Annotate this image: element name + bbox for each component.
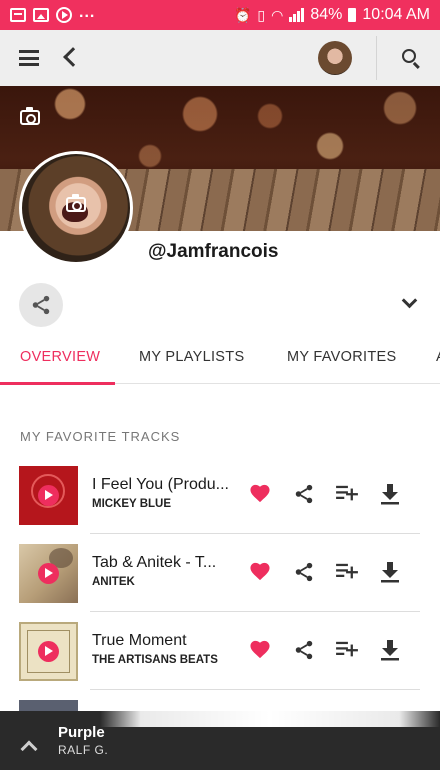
album-art (19, 466, 78, 525)
wifi-icon: ◠ (271, 6, 284, 23)
cover-camera-icon[interactable] (20, 107, 40, 125)
now-playing-artist: RALF G. (58, 743, 109, 757)
add-to-queue-icon[interactable] (336, 484, 358, 504)
now-playing-title: Purple (58, 724, 105, 741)
add-to-queue-icon[interactable] (336, 562, 358, 582)
username: @Jamfrancois (148, 241, 279, 262)
back-arrow-icon[interactable] (63, 47, 83, 67)
heart-icon[interactable] (249, 561, 271, 581)
clock: 10:04 AM (362, 6, 430, 23)
battery-icon (348, 8, 357, 22)
tab-my-favorites[interactable]: MY FAVORITES (287, 349, 396, 365)
player-fade (100, 705, 440, 727)
status-bar: ... ⏰ ▯ ◠ 84% 10:04 AM (0, 0, 440, 30)
vibrate-icon: ▯ (257, 6, 266, 23)
tab-overflow[interactable]: A (436, 349, 440, 365)
track-row[interactable]: True Moment THE ARTISANS BEATS (0, 612, 440, 690)
download-icon[interactable] (380, 639, 400, 661)
divider (376, 36, 377, 80)
track-row[interactable]: I Feel You (Produ... MICKEY BLUE (0, 456, 440, 534)
play-icon[interactable] (38, 641, 59, 662)
download-icon[interactable] (380, 561, 400, 583)
search-icon[interactable] (402, 49, 416, 63)
share-icon (32, 295, 50, 315)
image-icon (33, 8, 49, 22)
track-artist: MICKEY BLUE (92, 498, 172, 510)
battery-percent: 84% (310, 6, 343, 23)
divider (90, 689, 420, 690)
share-icon[interactable] (293, 483, 315, 505)
tab-overview[interactable]: OVERVIEW (20, 349, 100, 365)
album-art (19, 622, 78, 681)
mini-player[interactable]: Purple RALF G. (0, 705, 440, 770)
share-icon[interactable] (293, 639, 315, 661)
active-tab-indicator (0, 382, 115, 385)
user-avatar[interactable] (318, 41, 352, 75)
chevron-up-icon[interactable] (20, 740, 38, 758)
share-profile-button[interactable] (19, 283, 63, 327)
track-title: Tab & Anitek - T... (92, 554, 217, 571)
track-title: I Feel You (Produ... (92, 476, 229, 493)
menu-icon[interactable] (19, 50, 39, 66)
track-row[interactable]: Tab & Anitek - T... ANITEK (0, 534, 440, 612)
download-icon[interactable] (380, 483, 400, 505)
play-circle-icon (56, 7, 72, 23)
album-art (19, 544, 78, 603)
add-to-queue-icon[interactable] (336, 640, 358, 660)
signal-icon (289, 8, 305, 22)
share-icon[interactable] (293, 561, 315, 583)
play-icon[interactable] (38, 563, 59, 584)
heart-icon[interactable] (249, 639, 271, 659)
avatar-camera-icon[interactable] (66, 194, 86, 212)
calendar-icon (10, 8, 26, 22)
section-title: MY FAVORITE TRACKS (20, 429, 181, 444)
track-artist: THE ARTISANS BEATS (92, 654, 218, 666)
track-artist: ANITEK (92, 576, 135, 588)
track-title: True Moment (92, 632, 187, 649)
chevron-down-icon[interactable] (401, 292, 418, 309)
notification-overflow: ... (79, 4, 96, 21)
profile-tabs: OVERVIEW MY PLAYLISTS MY FAVORITES A (0, 338, 440, 385)
tab-my-playlists[interactable]: MY PLAYLISTS (139, 349, 244, 365)
app-bar (0, 30, 440, 86)
heart-icon[interactable] (249, 483, 271, 503)
alarm-icon: ⏰ (233, 6, 252, 23)
play-icon[interactable] (38, 485, 59, 506)
